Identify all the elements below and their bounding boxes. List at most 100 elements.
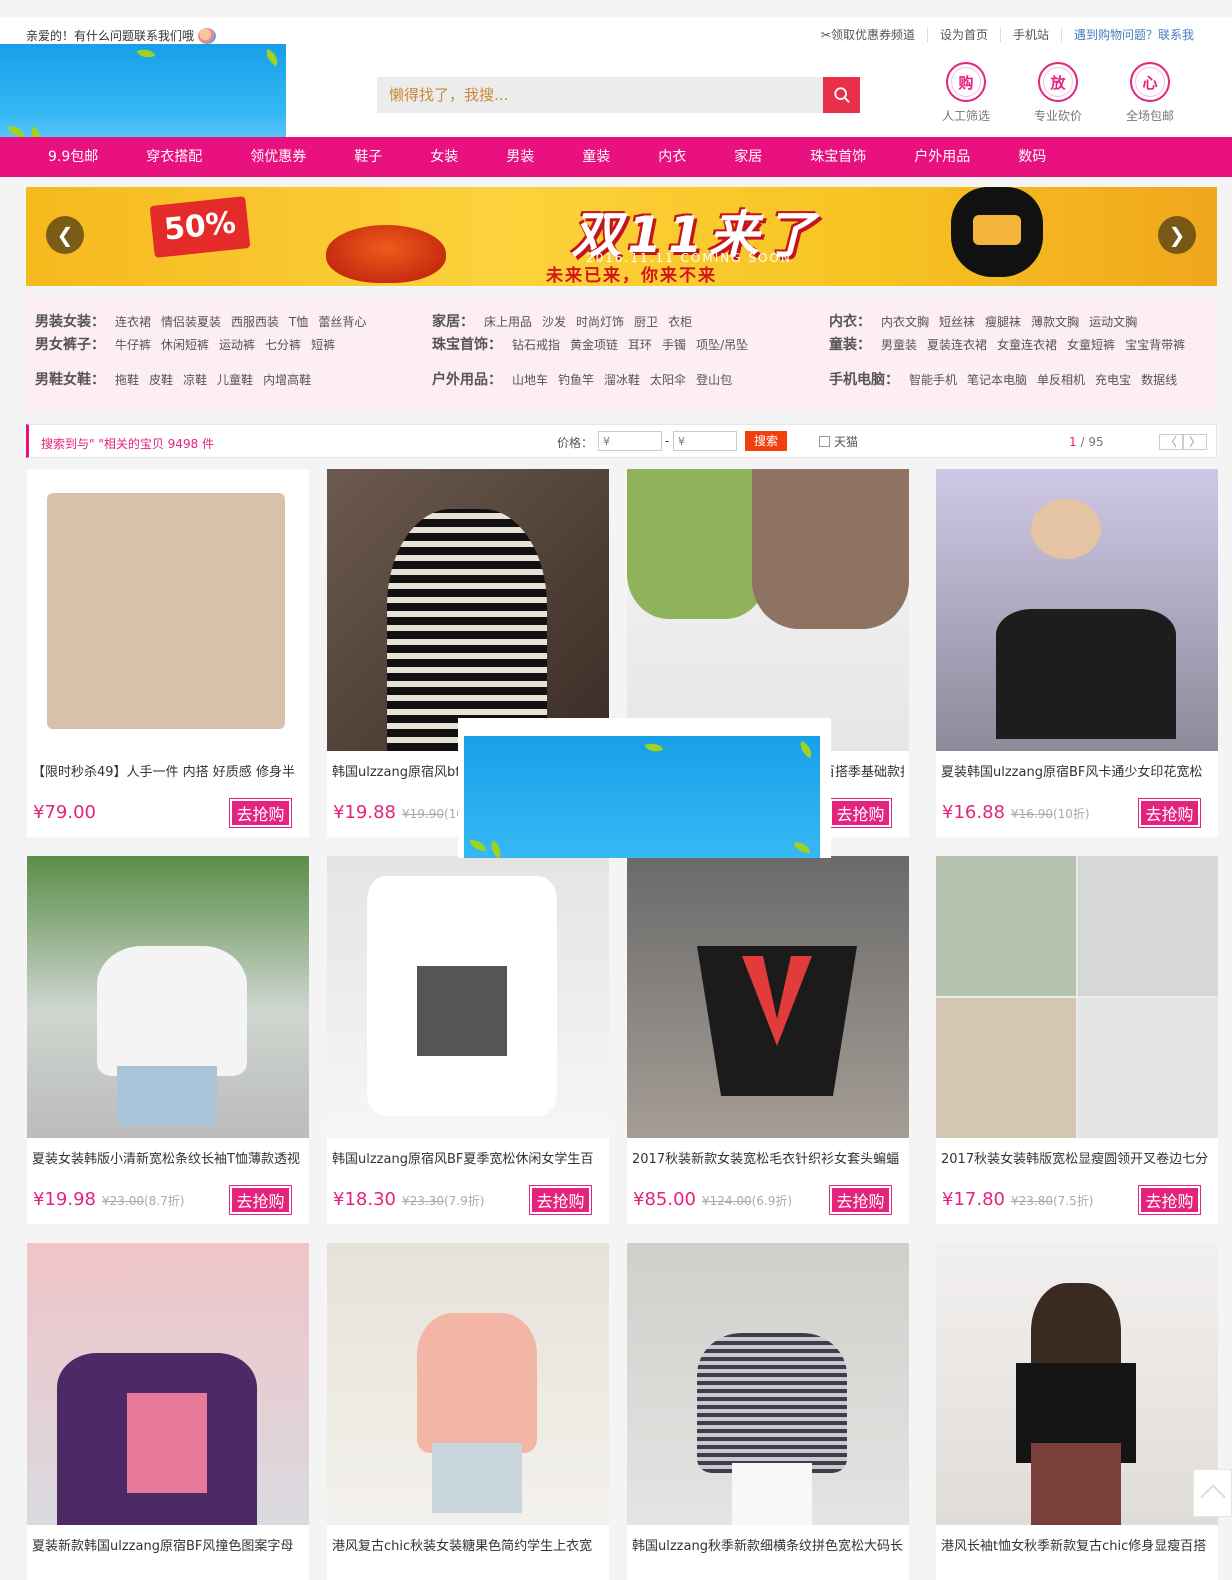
buy-now-button[interactable]: 去抢购 [229, 798, 292, 828]
product-image[interactable] [936, 856, 1218, 1138]
nav-item[interactable]: 数码 [994, 137, 1070, 177]
category-link[interactable]: 钻石戒指 [512, 331, 560, 366]
category-link[interactable]: 时尚灯饰 [576, 308, 624, 331]
category-link[interactable]: 休闲短裤 [161, 331, 209, 366]
coupon-channel-link[interactable]: ✂领取优惠券频道 [809, 28, 927, 42]
product-image[interactable] [327, 856, 609, 1138]
category-link[interactable]: 溜冰鞋 [604, 366, 640, 401]
category-link[interactable]: 情侣装夏装 [161, 308, 221, 331]
product-title[interactable]: 韩国ulzzang原宿风BF夏季宽松休闲女学生百 [332, 1148, 604, 1167]
category-link[interactable]: 运动裤 [219, 331, 255, 366]
category-link[interactable]: 内增高鞋 [263, 366, 311, 401]
product-card[interactable]: 2017秋装女装韩版宽松显瘦圆领开叉卷边七分 ¥17.80 ¥23.80(7.5折)… [936, 856, 1218, 1224]
category-link[interactable]: 薄款文胸 [1031, 308, 1079, 331]
search-button[interactable] [823, 77, 860, 113]
search-input[interactable] [377, 77, 823, 113]
feature-bargain[interactable]: 放 专业砍价 [1012, 62, 1104, 124]
category-link[interactable]: 厨卫 [634, 308, 658, 331]
feature-manual-selection[interactable]: 购 人工筛选 [920, 62, 1012, 124]
nav-item[interactable]: 女装 [406, 137, 482, 177]
product-title[interactable]: 2017秋装女装韩版宽松显瘦圆领开叉卷边七分 [941, 1148, 1213, 1167]
product-image[interactable] [936, 1243, 1218, 1525]
category-link[interactable]: 女童短裤 [1067, 331, 1115, 366]
product-title[interactable]: 2017秋装新款女装宽松毛衣针织衫女套头蝙蝠 [632, 1148, 904, 1167]
product-card[interactable]: 2017秋装新款女装宽松毛衣针织衫女套头蝙蝠 ¥85.00 ¥124.00(6.9折… [627, 856, 909, 1224]
category-link[interactable]: 牛仔裤 [115, 331, 151, 366]
category-link[interactable]: 蕾丝背心 [318, 308, 366, 331]
tmall-checkbox[interactable] [819, 436, 830, 447]
nav-item[interactable]: 户外用品 [890, 137, 994, 177]
contact-help-link[interactable]: 遇到购物问题？联系我 [1060, 28, 1206, 42]
category-link[interactable]: 西服西装 [231, 308, 279, 331]
category-link[interactable]: 男童装 [881, 331, 917, 366]
set-homepage-link[interactable]: 设为首页 [926, 28, 1000, 42]
product-image[interactable] [627, 1243, 909, 1525]
product-card[interactable]: 韩国ulzzang秋季新款细横条纹拼色宽松大码长 [627, 1243, 909, 1580]
product-image[interactable] [27, 469, 309, 751]
category-link[interactable]: 瘦腿袜 [985, 308, 1021, 331]
product-card[interactable]: 韩国ulzzang原宿风BF夏季宽松休闲女学生百 ¥18.30 ¥23.30(7.9… [327, 856, 609, 1224]
product-title[interactable]: 港风长袖t恤女秋季新款复古chic修身显瘦百搭 [941, 1535, 1213, 1554]
product-card[interactable]: 夏装新款韩国ulzzang原宿BF风撞色图案字母 [27, 1243, 309, 1580]
category-link[interactable]: 充电宝 [1095, 366, 1131, 401]
feature-free-shipping[interactable]: 心 全场包邮 [1104, 62, 1196, 124]
category-link[interactable]: 儿童鞋 [217, 366, 253, 401]
category-link[interactable]: 拖鞋 [115, 366, 139, 401]
category-link[interactable]: 耳环 [628, 331, 652, 366]
product-title[interactable]: 夏装新款韩国ulzzang原宿BF风撞色图案字母 [32, 1535, 304, 1554]
product-card[interactable]: 夏装女装韩版小清新宽松条纹长袖T恤薄款透视 ¥19.98 ¥23.00(8.7折) 去… [27, 856, 309, 1224]
category-link[interactable]: 夏装连衣裙 [927, 331, 987, 366]
category-link[interactable]: 沙发 [542, 308, 566, 331]
nav-item[interactable]: 珠宝首饰 [786, 137, 890, 177]
category-link[interactable]: 山地车 [512, 366, 548, 401]
category-link[interactable]: 黄金项链 [570, 331, 618, 366]
category-link[interactable]: 皮鞋 [149, 366, 173, 401]
max-price-input[interactable] [673, 431, 737, 451]
back-to-top-icon[interactable] [1193, 1469, 1232, 1517]
category-link[interactable]: 太阳伞 [650, 366, 686, 401]
category-link[interactable]: 凉鞋 [183, 366, 207, 401]
price-search-button[interactable]: 搜索 [745, 431, 787, 451]
site-logo[interactable] [0, 44, 286, 142]
category-link[interactable]: 单反相机 [1037, 366, 1085, 401]
min-price-input[interactable] [598, 431, 662, 451]
nav-item[interactable]: 领优惠券 [226, 137, 330, 177]
category-link[interactable]: 笔记本电脑 [967, 366, 1027, 401]
category-link[interactable]: 登山包 [696, 366, 732, 401]
product-title[interactable]: 港风复古chic秋装女装糖果色简约学生上衣宽 [332, 1535, 604, 1554]
product-title[interactable]: 【限时秒杀49】人手一件 内搭 好质感 修身半 [32, 761, 304, 780]
buy-now-button[interactable]: 去抢购 [229, 1185, 292, 1215]
service-avatar-icon[interactable] [198, 27, 217, 44]
promo-banner[interactable]: 50% 双11来了 2016.11.11 COMING SOON 未来已来，你来… [26, 187, 1217, 286]
page-prev-button[interactable]: 〈 [1159, 434, 1183, 450]
product-image[interactable] [627, 469, 909, 751]
product-image[interactable] [627, 856, 909, 1138]
product-image[interactable] [27, 856, 309, 1138]
product-title[interactable]: 夏装女装韩版小清新宽松条纹长袖T恤薄款透视 [32, 1148, 304, 1167]
buy-now-button[interactable]: 去抢购 [529, 1185, 592, 1215]
category-link[interactable]: 七分裤 [265, 331, 301, 366]
page-next-button[interactable]: 〉 [1183, 434, 1207, 450]
category-link[interactable]: 宝宝背带裤 [1125, 331, 1185, 366]
banner-next-arrow-icon[interactable]: ❯ [1158, 216, 1196, 254]
category-link[interactable]: 连衣裙 [115, 308, 151, 331]
category-link[interactable]: 短裤 [311, 331, 335, 366]
nav-item[interactable]: 鞋子 [330, 137, 406, 177]
mobile-site-link[interactable]: 手机站 [999, 28, 1061, 42]
nav-item[interactable]: 男装 [482, 137, 558, 177]
nav-item[interactable]: 童装 [558, 137, 634, 177]
banner-prev-arrow-icon[interactable]: ❮ [46, 216, 84, 254]
buy-now-button[interactable]: 去抢购 [1138, 798, 1201, 828]
category-link[interactable]: 内衣文胸 [881, 308, 929, 331]
product-title[interactable]: 夏装韩国ulzzang原宿BF风卡通少女印花宽松 [941, 761, 1213, 780]
product-image[interactable] [327, 469, 609, 751]
buy-now-button[interactable]: 去抢购 [829, 798, 892, 828]
product-card[interactable]: 港风复古chic秋装女装糖果色简约学生上衣宽 [327, 1243, 609, 1580]
category-link[interactable]: 钓鱼竿 [558, 366, 594, 401]
buy-now-button[interactable]: 去抢购 [829, 1185, 892, 1215]
category-link[interactable]: 智能手机 [909, 366, 957, 401]
nav-item[interactable]: 穿衣搭配 [122, 137, 226, 177]
nav-item[interactable]: 9.9包邮 [24, 137, 122, 177]
category-link[interactable]: 手镯 [662, 331, 686, 366]
category-link[interactable]: T恤 [289, 308, 308, 331]
